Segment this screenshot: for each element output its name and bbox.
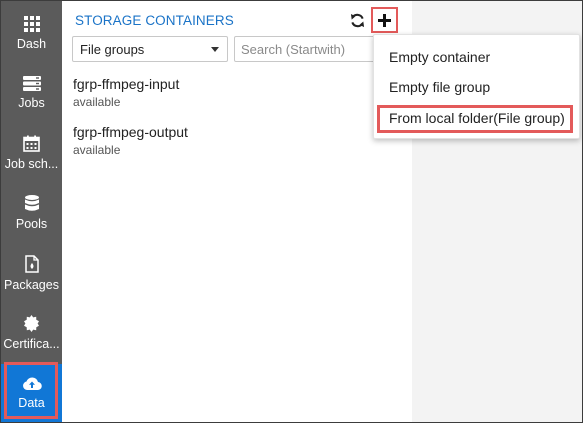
add-container-button[interactable]: [371, 7, 398, 33]
container-status: available: [73, 95, 121, 109]
sidebar-item-label: Data: [18, 396, 45, 410]
sidebar-item-label: Pools: [15, 217, 48, 231]
sidebar-item-data[interactable]: Data: [1, 364, 62, 422]
certificate-badge-icon: [24, 315, 39, 332]
container-status: available: [73, 143, 121, 157]
sidebar-item-label: Certifica...: [3, 337, 60, 351]
menu-item-from-local-folder[interactable]: From local folder(File group): [389, 110, 565, 126]
select-value: File groups: [80, 42, 145, 57]
jobs-list-icon: [22, 76, 41, 91]
panel-title: STORAGE CONTAINERS: [75, 13, 234, 28]
sidebar-item-label: Job sch...: [4, 157, 59, 171]
add-dropdown-menu: Empty container Empty file group From lo…: [373, 34, 580, 139]
database-icon: [24, 195, 39, 211]
calendar-icon: [23, 135, 40, 152]
package-file-icon: [24, 254, 39, 273]
list-item[interactable]: fgrp-ffmpeg-input available: [73, 76, 179, 109]
search-input[interactable]: [234, 36, 379, 62]
storage-containers-panel: STORAGE CONTAINERS File groups fgrp-ffmp…: [62, 1, 412, 422]
container-type-select[interactable]: File groups: [72, 36, 228, 62]
sidebar-item-job-schedules[interactable]: Job sch...: [1, 124, 62, 182]
grid-icon: [23, 15, 40, 32]
container-name: fgrp-ffmpeg-output: [73, 124, 188, 140]
refresh-button[interactable]: [348, 11, 366, 29]
sidebar: Dash Jobs Job sch... Pools Packages Cert…: [1, 1, 62, 422]
cloud-upload-icon: [22, 377, 42, 391]
sidebar-item-certificates[interactable]: Certifica...: [1, 304, 62, 362]
chevron-down-icon: [211, 47, 219, 52]
sidebar-item-packages[interactable]: Packages: [1, 244, 62, 302]
sidebar-item-label: Dash: [16, 36, 47, 51]
menu-item-empty-container[interactable]: Empty container: [389, 49, 490, 65]
list-item[interactable]: fgrp-ffmpeg-output available: [73, 124, 188, 157]
sidebar-item-label: Packages: [4, 277, 59, 292]
sidebar-item-jobs[interactable]: Jobs: [1, 64, 62, 122]
sidebar-item-dash[interactable]: Dash: [1, 4, 62, 62]
plus-icon: [378, 13, 391, 27]
app-window: Dash Jobs Job sch... Pools Packages Cert…: [0, 0, 583, 423]
sidebar-item-pools[interactable]: Pools: [1, 184, 62, 242]
sidebar-item-label: Jobs: [18, 96, 45, 110]
container-name: fgrp-ffmpeg-input: [73, 76, 180, 92]
menu-item-empty-file-group[interactable]: Empty file group: [389, 79, 490, 95]
refresh-icon: [350, 13, 364, 27]
